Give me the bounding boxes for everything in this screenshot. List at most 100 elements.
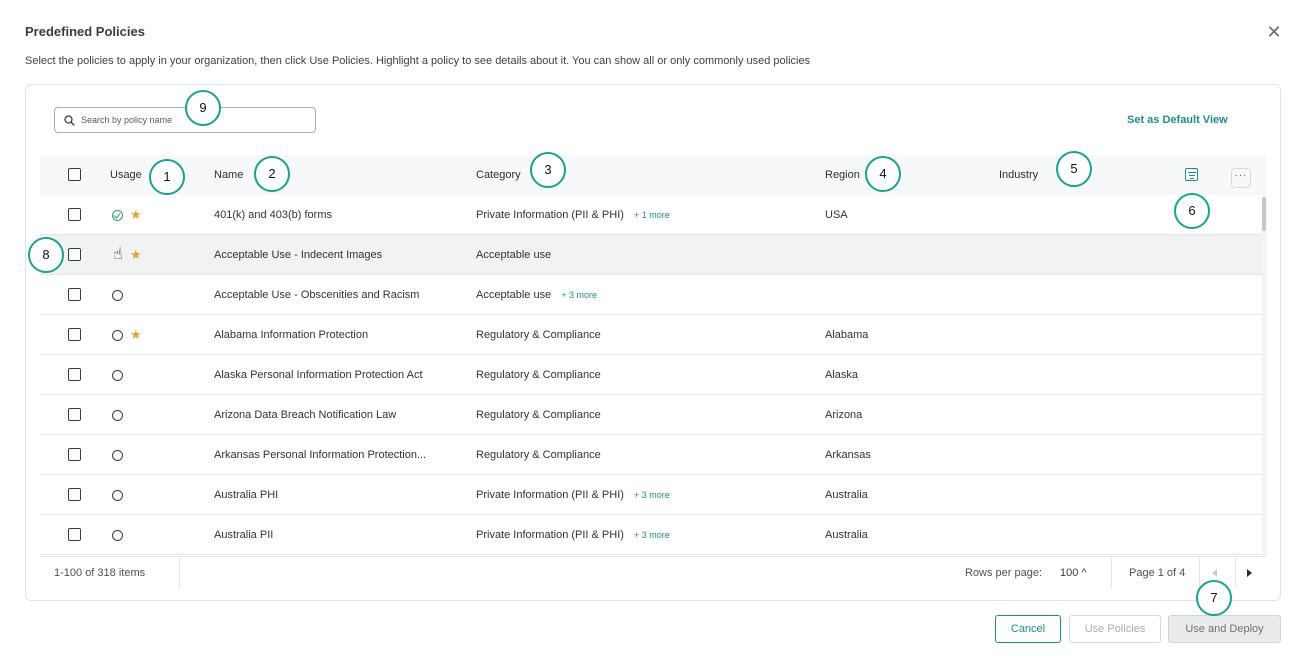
- table-row[interactable]: ★ Alabama Information Protection Regulator…: [40, 315, 1262, 355]
- footer-divider: [1111, 557, 1112, 589]
- annotation-marker: 9: [185, 90, 221, 126]
- row-checkbox[interactable]: [68, 408, 81, 421]
- category-label: Private Information (PII & PHI): [476, 489, 624, 501]
- usage-circle-icon: [112, 370, 123, 381]
- dialog-title: Predefined Policies: [25, 24, 145, 39]
- more-options-button[interactable]: ···: [1231, 168, 1251, 188]
- policy-name: Acceptable Use - Obscenities and Racism: [214, 289, 420, 301]
- scrollbar-track[interactable]: [1262, 196, 1267, 556]
- more-categories-link[interactable]: + 3 more: [561, 290, 597, 300]
- row-checkbox[interactable]: [68, 528, 81, 541]
- annotation-marker: 6: [1174, 193, 1210, 229]
- policy-name: Australia PII: [214, 529, 274, 541]
- row-checkbox[interactable]: [68, 488, 81, 501]
- search-icon: [64, 115, 75, 126]
- items-count: 1-100 of 318 items: [54, 567, 146, 579]
- column-header-region[interactable]: Region: [825, 169, 860, 181]
- table-row[interactable]: ☝ ★ Acceptable Use - Indecent Images Accept…: [40, 235, 1262, 275]
- rows-per-page-label: Rows per page:: [965, 567, 1043, 579]
- table-row[interactable]: Australia PII Private Information (PII & …: [40, 515, 1262, 555]
- policy-name: Alaska Personal Information Protection A…: [214, 369, 423, 381]
- rows-per-page-select[interactable]: 100 ^: [1060, 567, 1087, 579]
- in-use-check-icon: [112, 210, 123, 221]
- category-label: Acceptable use: [476, 289, 552, 301]
- annotation-marker: 4: [865, 156, 901, 192]
- column-header-usage[interactable]: Usage: [110, 169, 142, 181]
- category-label: Regulatory & Compliance: [476, 409, 601, 421]
- policy-name: Arizona Data Breach Notification Law: [214, 409, 397, 421]
- table-row[interactable]: Acceptable Use - Obscenities and Racism A…: [40, 275, 1262, 315]
- annotation-marker: 8: [28, 237, 64, 273]
- policy-name: Australia PHI: [214, 489, 279, 501]
- row-checkbox[interactable]: [68, 328, 81, 341]
- policy-category: Acceptable use + 3 more: [476, 289, 597, 301]
- usage-circle-icon: [112, 490, 123, 501]
- policy-category: Private Information (PII & PHI) + 1 more: [476, 209, 670, 221]
- row-checkbox[interactable]: [68, 288, 81, 301]
- more-categories-link[interactable]: + 3 more: [634, 490, 670, 500]
- policy-category: Regulatory & Compliance: [476, 369, 601, 381]
- pointer-hand-icon: ☝: [113, 246, 123, 263]
- annotation-marker: 7: [1196, 580, 1232, 616]
- more-categories-link[interactable]: + 1 more: [634, 210, 670, 220]
- policy-name: Arkansas Personal Information Protection…: [214, 449, 427, 461]
- footer-divider: [1235, 557, 1236, 589]
- search-input[interactable]: [81, 112, 281, 128]
- table-row[interactable]: Australia PHI Private Information (PII & …: [40, 475, 1262, 515]
- use-policies-button[interactable]: Use Policies: [1069, 615, 1161, 643]
- category-label: Regulatory & Compliance: [476, 449, 601, 461]
- row-checkbox[interactable]: [68, 368, 81, 381]
- category-label: Acceptable use: [476, 249, 552, 261]
- usage-circle-icon: [112, 450, 123, 461]
- column-header-industry[interactable]: Industry: [999, 169, 1038, 181]
- page-indicator: Page 1 of 4: [1129, 567, 1186, 579]
- column-settings-icon[interactable]: [1185, 168, 1198, 181]
- annotation-marker: 5: [1056, 151, 1092, 187]
- policy-category: Regulatory & Compliance: [476, 449, 601, 461]
- star-icon[interactable]: ★: [130, 327, 142, 343]
- previous-page-icon[interactable]: [1212, 569, 1218, 577]
- set-default-view-link[interactable]: Set as Default View: [1127, 114, 1228, 126]
- policy-category: Private Information (PII & PHI) + 3 more: [476, 489, 670, 501]
- policy-category: Regulatory & Compliance: [476, 409, 601, 421]
- star-icon[interactable]: ★: [130, 247, 142, 263]
- category-label: Regulatory & Compliance: [476, 329, 601, 341]
- table-row[interactable]: Arizona Data Breach Notification Law Regu…: [40, 395, 1262, 435]
- table-row[interactable]: ★ 401(k) and 403(b) forms Private Informat…: [40, 195, 1262, 235]
- policy-region: Alaska: [825, 369, 859, 381]
- star-icon[interactable]: ★: [130, 207, 142, 223]
- policy-region: Australia: [825, 489, 868, 501]
- footer-divider: [1199, 557, 1200, 589]
- usage-circle-icon: [112, 410, 123, 421]
- policy-region: Australia: [825, 529, 868, 541]
- more-categories-link[interactable]: + 3 more: [634, 530, 670, 540]
- annotation-marker: 3: [530, 152, 566, 188]
- select-all-checkbox[interactable]: [68, 168, 81, 181]
- category-label: Regulatory & Compliance: [476, 369, 601, 381]
- footer-divider: [179, 557, 180, 589]
- annotation-marker: 2: [254, 156, 290, 192]
- policy-region: Arkansas: [825, 449, 871, 461]
- column-header-category[interactable]: Category: [476, 169, 521, 181]
- next-page-icon[interactable]: [1247, 569, 1253, 577]
- scrollbar-thumb[interactable]: [1262, 197, 1266, 231]
- usage-circle-icon: [112, 330, 123, 341]
- use-and-deploy-button[interactable]: Use and Deploy: [1168, 615, 1281, 643]
- policy-region: Arizona: [825, 409, 863, 421]
- table-row[interactable]: Arkansas Personal Information Protection…: [40, 435, 1262, 475]
- policy-category: Acceptable use: [476, 249, 551, 261]
- close-icon[interactable]: ✕: [1266, 23, 1282, 41]
- table-row[interactable]: Alaska Personal Information Protection A…: [40, 355, 1262, 395]
- category-label: Private Information (PII & PHI): [476, 529, 624, 541]
- policy-region: Alabama: [825, 329, 869, 341]
- row-checkbox[interactable]: [68, 248, 81, 261]
- policy-region: USA: [825, 209, 848, 221]
- row-checkbox[interactable]: [68, 208, 81, 221]
- column-header-name[interactable]: Name: [214, 169, 243, 181]
- row-checkbox[interactable]: [68, 448, 81, 461]
- policy-name: Alabama Information Protection: [214, 329, 369, 341]
- dialog-subtitle: Select the policies to apply in your org…: [25, 55, 811, 67]
- cancel-button[interactable]: Cancel: [995, 615, 1061, 643]
- policy-category: Regulatory & Compliance: [476, 329, 601, 341]
- policy-name: 401(k) and 403(b) forms: [214, 209, 332, 221]
